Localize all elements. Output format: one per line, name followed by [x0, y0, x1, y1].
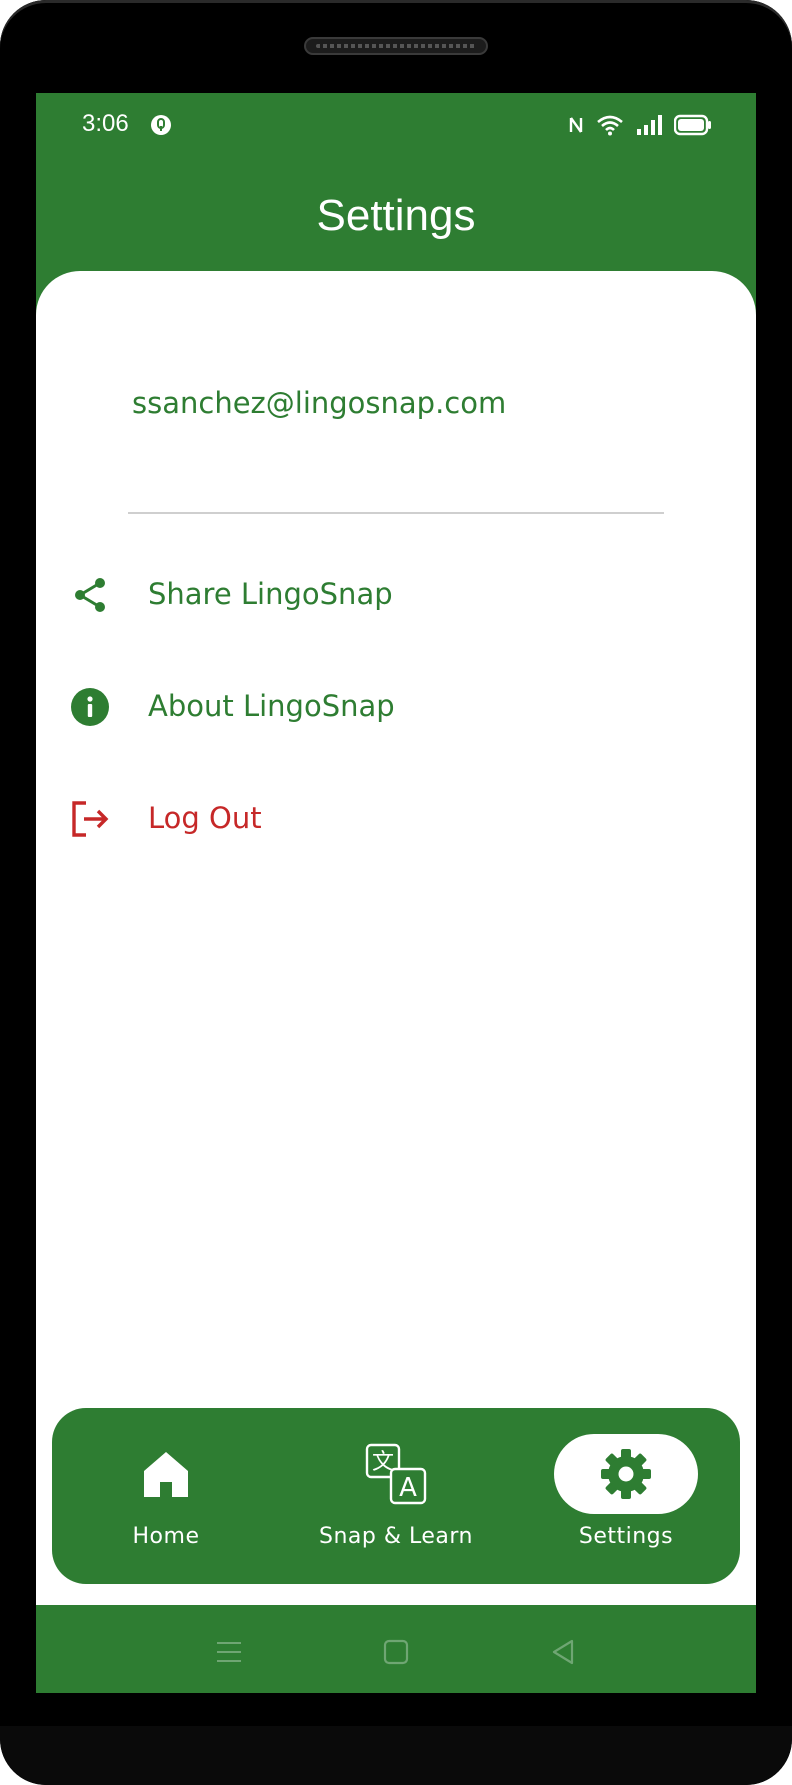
menu-icon[interactable] — [214, 1637, 244, 1667]
page-title: Settings — [316, 191, 476, 240]
battery-icon — [674, 114, 711, 136]
divider — [128, 512, 664, 514]
speaker-grille — [304, 37, 488, 55]
nav-home-icon-wrap — [94, 1434, 238, 1514]
home-icon — [144, 1452, 188, 1497]
nav-snap-learn-label: Snap & Learn — [319, 1524, 473, 1549]
account-email: ssanchez@lingosnap.com — [132, 386, 507, 420]
nav-home[interactable]: Home — [56, 1408, 276, 1584]
app-notification-icon — [151, 115, 171, 135]
log-out-label: Log Out — [148, 801, 262, 835]
info-icon — [71, 688, 109, 726]
about-lingosnap-label: About LingoSnap — [148, 689, 395, 723]
status-bar: 3:06 — [36, 93, 756, 155]
log-out-item[interactable]: Log Out — [36, 779, 756, 859]
share-lingosnap-label: Share LingoSnap — [148, 577, 393, 611]
nav-snap-learn[interactable]: 文 A Snap & Learn — [286, 1408, 506, 1584]
nav-settings[interactable]: Settings — [516, 1408, 736, 1584]
phone-device: 3:06 Settings ssanchez@lingosnap.com Sha… — [0, 0, 792, 1785]
status-time: 3:06 — [82, 110, 129, 137]
svg-text:A: A — [399, 1473, 417, 1503]
bottom-navigation: Home 文 A Snap & Learn Settings — [52, 1408, 740, 1584]
signal-icon — [637, 115, 662, 135]
wifi-icon — [597, 115, 623, 136]
nav-snap-learn-icon-wrap: 文 A — [324, 1434, 468, 1514]
nav-settings-icon-wrap — [554, 1434, 698, 1514]
nfc-icon — [569, 117, 583, 133]
share-lingosnap-item[interactable]: Share LingoSnap — [36, 555, 756, 635]
share-icon — [75, 578, 105, 612]
back-icon[interactable] — [548, 1637, 578, 1667]
device-top-bezel — [0, 0, 792, 92]
app-screen: 3:06 Settings ssanchez@lingosnap.com Sha… — [36, 93, 756, 1693]
status-icons — [568, 113, 712, 137]
logout-icon — [72, 801, 109, 837]
translate-icon: 文 A — [365, 1443, 427, 1505]
nav-home-label: Home — [132, 1524, 200, 1549]
home-square-icon[interactable] — [381, 1637, 411, 1667]
nav-settings-label: Settings — [578, 1524, 674, 1549]
about-lingosnap-item[interactable]: About LingoSnap — [36, 667, 756, 747]
system-navigation-bar — [36, 1605, 756, 1693]
gear-icon — [601, 1449, 651, 1499]
device-bottom-bezel — [0, 1726, 792, 1785]
